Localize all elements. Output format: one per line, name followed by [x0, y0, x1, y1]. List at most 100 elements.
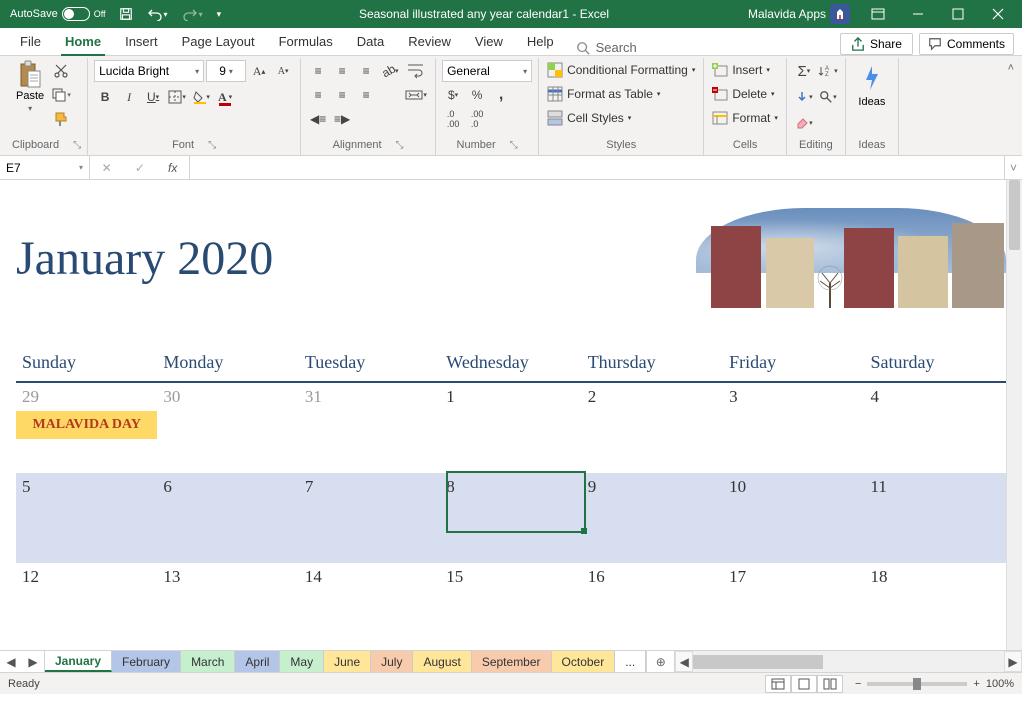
hscroll-left[interactable]: ◀ — [675, 651, 693, 672]
hscroll-right[interactable]: ▶ — [1004, 651, 1022, 672]
decrease-font-button[interactable]: A▾ — [272, 60, 294, 82]
fill-color-button[interactable]: ▾ — [190, 86, 212, 108]
event-cell[interactable] — [157, 591, 298, 650]
tab-data[interactable]: Data — [345, 28, 396, 55]
find-select-button[interactable]: ▾ — [817, 86, 839, 108]
tab-page-layout[interactable]: Page Layout — [170, 28, 267, 55]
event-cell[interactable] — [299, 501, 440, 563]
ideas-button[interactable]: Ideas — [852, 60, 892, 110]
format-cells-button[interactable]: Format▾ — [710, 108, 780, 128]
increase-indent-button[interactable]: ≡▶ — [331, 108, 353, 130]
date-cell[interactable]: 17 — [723, 563, 864, 591]
clipboard-launcher[interactable]: ⤡ — [73, 140, 81, 151]
date-cell[interactable]: 1 — [440, 382, 581, 411]
event-cell[interactable] — [299, 591, 440, 650]
customize-qat[interactable]: ▾ — [210, 4, 229, 24]
cancel-formula-button[interactable]: ✕ — [102, 161, 112, 175]
tab-view[interactable]: View — [463, 28, 515, 55]
date-cell[interactable]: 31 — [299, 382, 440, 411]
align-right-button[interactable]: ≡ — [355, 84, 377, 106]
event-cell[interactable] — [582, 591, 723, 650]
italic-button[interactable]: I — [118, 86, 140, 108]
font-size-select[interactable]: 9▾ — [206, 60, 246, 82]
number-launcher[interactable]: ⤡ — [510, 140, 518, 151]
increase-decimal-button[interactable]: .0.00 — [442, 108, 464, 130]
borders-button[interactable]: ▾ — [166, 86, 188, 108]
insert-function-button[interactable]: fx — [168, 161, 177, 175]
conditional-formatting-button[interactable]: Conditional Formatting▾ — [545, 60, 697, 80]
date-cell[interactable]: 29 — [16, 382, 157, 411]
align-top-button[interactable]: ≡ — [307, 60, 329, 82]
cut-button[interactable] — [50, 60, 72, 82]
alignment-launcher[interactable]: ⤡ — [396, 140, 404, 151]
redo-button[interactable]: ▾ — [175, 4, 210, 24]
wrap-text-button[interactable] — [403, 60, 429, 82]
new-sheet-button[interactable]: ⊕ — [647, 651, 675, 672]
share-button[interactable]: Share — [840, 33, 913, 55]
event-cell[interactable] — [440, 591, 581, 650]
event-cell[interactable] — [723, 411, 864, 473]
number-format-select[interactable]: General▾ — [442, 60, 532, 82]
align-bottom-button[interactable]: ≡ — [355, 60, 377, 82]
event-cell[interactable] — [440, 411, 581, 473]
app-badge[interactable]: Malavida Apps — [740, 4, 858, 24]
date-cell[interactable]: 13 — [157, 563, 298, 591]
calendar-event[interactable]: MALAVIDA DAY — [16, 411, 157, 439]
event-cell[interactable] — [865, 501, 1006, 563]
orientation-button[interactable]: ab▾ — [379, 60, 401, 82]
event-cell[interactable] — [582, 501, 723, 563]
event-cell[interactable] — [582, 411, 723, 473]
copy-button[interactable]: ▾ — [50, 84, 72, 106]
tab-file[interactable]: File — [8, 28, 53, 55]
page-break-view-button[interactable] — [817, 675, 843, 693]
event-cell[interactable]: MALAVIDA DAY — [16, 411, 157, 473]
date-cell[interactable]: 30 — [157, 382, 298, 411]
date-cell[interactable]: 10 — [723, 473, 864, 501]
merge-center-button[interactable]: ▾ — [403, 84, 429, 106]
date-cell[interactable]: 18 — [865, 563, 1006, 591]
tab-review[interactable]: Review — [396, 28, 463, 55]
enter-formula-button[interactable]: ✓ — [135, 161, 145, 175]
undo-button[interactable]: ▾ — [140, 4, 175, 24]
decrease-decimal-button[interactable]: .00.0 — [466, 108, 488, 130]
collapse-ribbon-button[interactable]: ˄ — [1008, 62, 1014, 74]
date-cell[interactable]: 7 — [299, 473, 440, 501]
name-box[interactable]: E7▾ — [0, 156, 90, 179]
align-left-button[interactable]: ≡ — [307, 84, 329, 106]
sheet-tab-august[interactable]: August — [413, 651, 471, 672]
autosum-button[interactable]: Σ▾ — [793, 60, 815, 82]
autosave[interactable]: AutoSave Off — [4, 7, 112, 21]
date-cell[interactable]: 2 — [582, 382, 723, 411]
tab-insert[interactable]: Insert — [113, 28, 170, 55]
sheet-tab-october[interactable]: October — [552, 651, 616, 672]
cell-styles-button[interactable]: Cell Styles▾ — [545, 108, 697, 128]
sheet-tab-june[interactable]: June — [324, 651, 371, 672]
align-center-button[interactable]: ≡ — [331, 84, 353, 106]
sort-filter-button[interactable]: AZ▾ — [817, 60, 839, 82]
expand-formula-bar[interactable]: ˅ — [1004, 156, 1022, 179]
event-cell[interactable] — [865, 591, 1006, 650]
decrease-indent-button[interactable]: ◀≡ — [307, 108, 329, 130]
horizontal-scrollbar[interactable]: ◀ ▶ — [675, 651, 1022, 672]
date-cell[interactable]: 3 — [723, 382, 864, 411]
zoom-level[interactable]: 100% — [986, 678, 1014, 690]
autosave-toggle[interactable] — [62, 7, 90, 21]
insert-cells-button[interactable]: Insert▾ — [710, 60, 780, 80]
date-cell[interactable]: 6 — [157, 473, 298, 501]
event-cell[interactable] — [157, 411, 298, 473]
delete-cells-button[interactable]: Delete▾ — [710, 84, 780, 104]
formula-input[interactable] — [190, 156, 1004, 179]
date-cell[interactable]: 9 — [582, 473, 723, 501]
date-cell[interactable]: 12 — [16, 563, 157, 591]
paste-button[interactable]: Paste ▾ — [12, 60, 48, 115]
zoom-in-button[interactable]: + — [973, 678, 979, 690]
date-cell[interactable]: 16 — [582, 563, 723, 591]
percent-format-button[interactable]: % — [466, 84, 488, 106]
font-launcher[interactable]: ⤡ — [208, 140, 216, 151]
accounting-format-button[interactable]: $▾ — [442, 84, 464, 106]
tell-me-search[interactable]: Search — [566, 40, 647, 55]
zoom-out-button[interactable]: − — [855, 678, 861, 690]
tab-help[interactable]: Help — [515, 28, 566, 55]
sheet-tab-may[interactable]: May — [280, 651, 324, 672]
event-cell[interactable] — [16, 591, 157, 650]
